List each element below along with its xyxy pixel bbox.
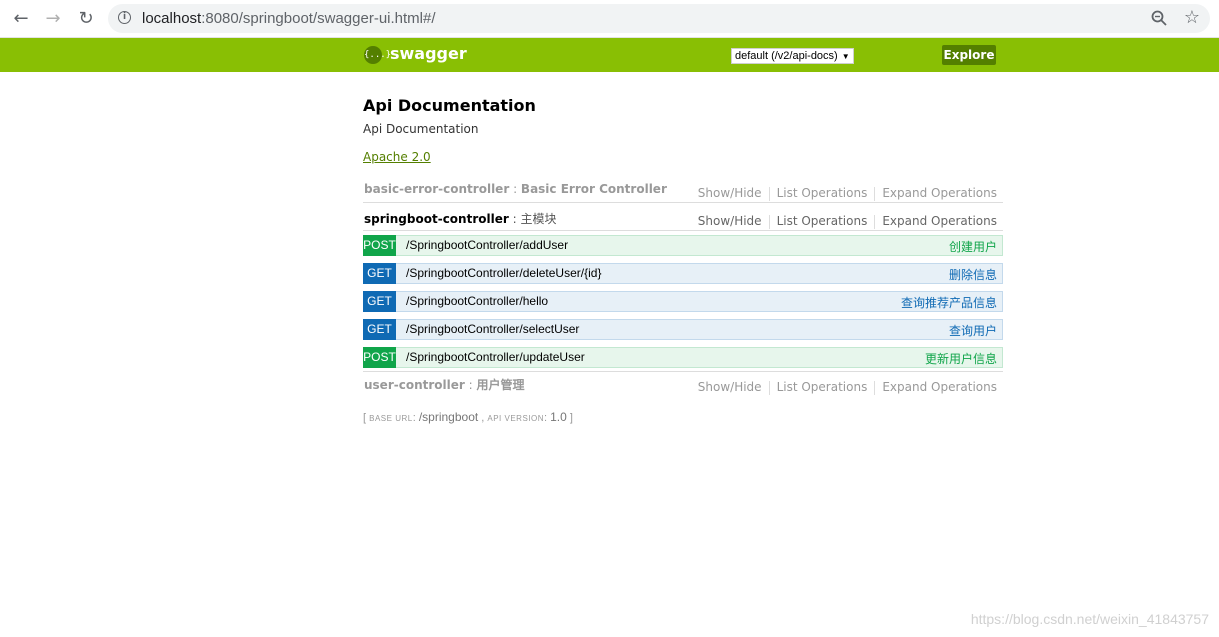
swagger-logo-icon[interactable]: {...} (364, 46, 391, 64)
resource-separator: : (508, 212, 521, 226)
explore-button[interactable]: Explore (942, 45, 996, 65)
operation-path[interactable]: /SpringbootController/updateUser (406, 350, 585, 364)
resource-desc: Basic Error Controller (520, 182, 667, 196)
back-arrow-icon[interactable]: ← (11, 9, 31, 29)
url-host: localhost (142, 10, 202, 27)
divider (768, 214, 770, 229)
operation-summary[interactable]: 更新用户信息 (925, 350, 997, 367)
method-badge[interactable]: POST (363, 235, 396, 256)
swagger-logo-text[interactable]: swagger (390, 44, 467, 63)
operation-path[interactable]: /SpringbootController/hello (406, 294, 548, 308)
api-docs-select-value: default (/v2/api-docs) (735, 50, 838, 62)
method-badge[interactable]: GET (363, 319, 396, 340)
resource-separator: : (509, 182, 521, 196)
resource-heading: user-controller : 用户管理 Show/Hide List Ope… (363, 372, 1003, 396)
zoom-icon[interactable] (1150, 9, 1168, 27)
resource-name-text: springboot-controller (364, 212, 509, 226)
resource-heading: springboot-controller : 主模块 Show/Hide Lis… (363, 206, 1003, 231)
operation-row[interactable]: GET /SpringbootController/deleteUser/{id… (363, 263, 1003, 284)
url-text[interactable]: localhost:8080/springboot/swagger-ui.htm… (142, 9, 436, 28)
info-icon[interactable]: i (118, 11, 131, 24)
operation-row[interactable]: POST /SpringbootController/updateUser 更新… (363, 347, 1003, 368)
dropdown-caret-icon: ▼ (841, 52, 850, 61)
resource-name[interactable]: user-controller : 用户管理 (364, 376, 525, 393)
divider (874, 186, 876, 201)
divider (768, 380, 770, 395)
expand-operations-link[interactable]: Expand Operations (882, 214, 997, 228)
resource-heading: basic-error-controller : Basic Error Con… (363, 178, 1003, 203)
operations-list: POST /SpringbootController/addUser 创建用户 … (363, 235, 1003, 368)
resource-links: Show/Hide List Operations Expand Operation… (698, 214, 997, 229)
resource-name[interactable]: basic-error-controller : Basic Error Con… (364, 182, 667, 196)
base-url-label: BASE URL (369, 414, 413, 423)
operation-row[interactable]: GET /SpringbootController/hello 查询推荐产品信息 (363, 291, 1003, 312)
base-url-info: [ BASE URL: /springboot , API VERSION: 1… (363, 410, 573, 424)
divider (874, 380, 876, 395)
resource-desc: 主模块 (520, 212, 557, 226)
expand-operations-link[interactable]: Expand Operations (882, 380, 997, 394)
method-badge[interactable]: GET (363, 291, 396, 312)
divider (768, 186, 770, 201)
forward-arrow-icon[interactable]: → (43, 9, 63, 29)
resource-links: Show/Hide List Operations Expand Operation… (698, 186, 997, 201)
swagger-header: {...} swagger default (/v2/api-docs) ▼ Ex… (0, 38, 1219, 72)
list-operations-link[interactable]: List Operations (777, 214, 868, 228)
resource-name-text: user-controller (364, 378, 465, 392)
show-hide-link[interactable]: Show/Hide (698, 214, 762, 228)
api-version-value: 1.0 (550, 410, 567, 424)
api-version-label: API VERSION (487, 414, 544, 423)
resource-user-controller: user-controller : 用户管理 Show/Hide List Ope… (363, 371, 1003, 396)
resource-springboot-controller: springboot-controller : 主模块 Show/Hide Lis… (363, 206, 1003, 368)
base-url-value: /springboot (418, 410, 479, 424)
operation-summary[interactable]: 查询推荐产品信息 (901, 294, 997, 311)
api-docs-select[interactable]: default (/v2/api-docs) ▼ (731, 48, 854, 64)
reload-icon[interactable]: ↻ (76, 9, 96, 29)
url-path: :8080/springboot/swagger-ui.html#/ (201, 10, 436, 27)
operation-summary[interactable]: 查询用户 (949, 322, 997, 339)
list-operations-link[interactable]: List Operations (777, 186, 868, 200)
divider (874, 214, 876, 229)
api-title: Api Documentation (363, 96, 536, 115)
address-bar[interactable]: i localhost:8080/springboot/swagger-ui.h… (108, 4, 1210, 33)
resource-name-text: basic-error-controller (364, 182, 510, 196)
show-hide-link[interactable]: Show/Hide (698, 380, 762, 394)
operation-summary[interactable]: 创建用户 (949, 238, 997, 255)
api-description: Api Documentation (363, 122, 479, 136)
browser-toolbar: ← → ↻ i localhost:8080/springboot/swagge… (0, 0, 1219, 38)
bracket-close: ] (566, 412, 573, 424)
method-badge[interactable]: GET (363, 263, 396, 284)
operation-row[interactable]: POST /SpringbootController/addUser 创建用户 (363, 235, 1003, 256)
resource-desc: 用户管理 (476, 378, 525, 392)
license-link[interactable]: Apache 2.0 (363, 150, 431, 164)
resource-links: Show/Hide List Operations Expand Operation… (698, 380, 997, 395)
show-hide-link[interactable]: Show/Hide (698, 186, 762, 200)
operation-summary[interactable]: 删除信息 (949, 266, 997, 283)
operation-row[interactable]: GET /SpringbootController/selectUser 查询用… (363, 319, 1003, 340)
expand-operations-link[interactable]: Expand Operations (882, 186, 997, 200)
list-operations-link[interactable]: List Operations (777, 380, 868, 394)
bookmark-star-icon[interactable]: ☆ (1184, 7, 1200, 29)
resource-basic-error-controller: basic-error-controller : Basic Error Con… (363, 178, 1003, 203)
watermark: https://blog.csdn.net/weixin_41843757 (970, 611, 1209, 627)
operation-path[interactable]: /SpringbootController/selectUser (406, 322, 579, 336)
operation-path[interactable]: /SpringbootController/deleteUser/{id} (406, 266, 601, 280)
operation-path[interactable]: /SpringbootController/addUser (406, 238, 568, 252)
resource-separator: : (464, 378, 477, 392)
resource-name[interactable]: springboot-controller : 主模块 (364, 210, 556, 227)
method-badge[interactable]: POST (363, 347, 396, 368)
